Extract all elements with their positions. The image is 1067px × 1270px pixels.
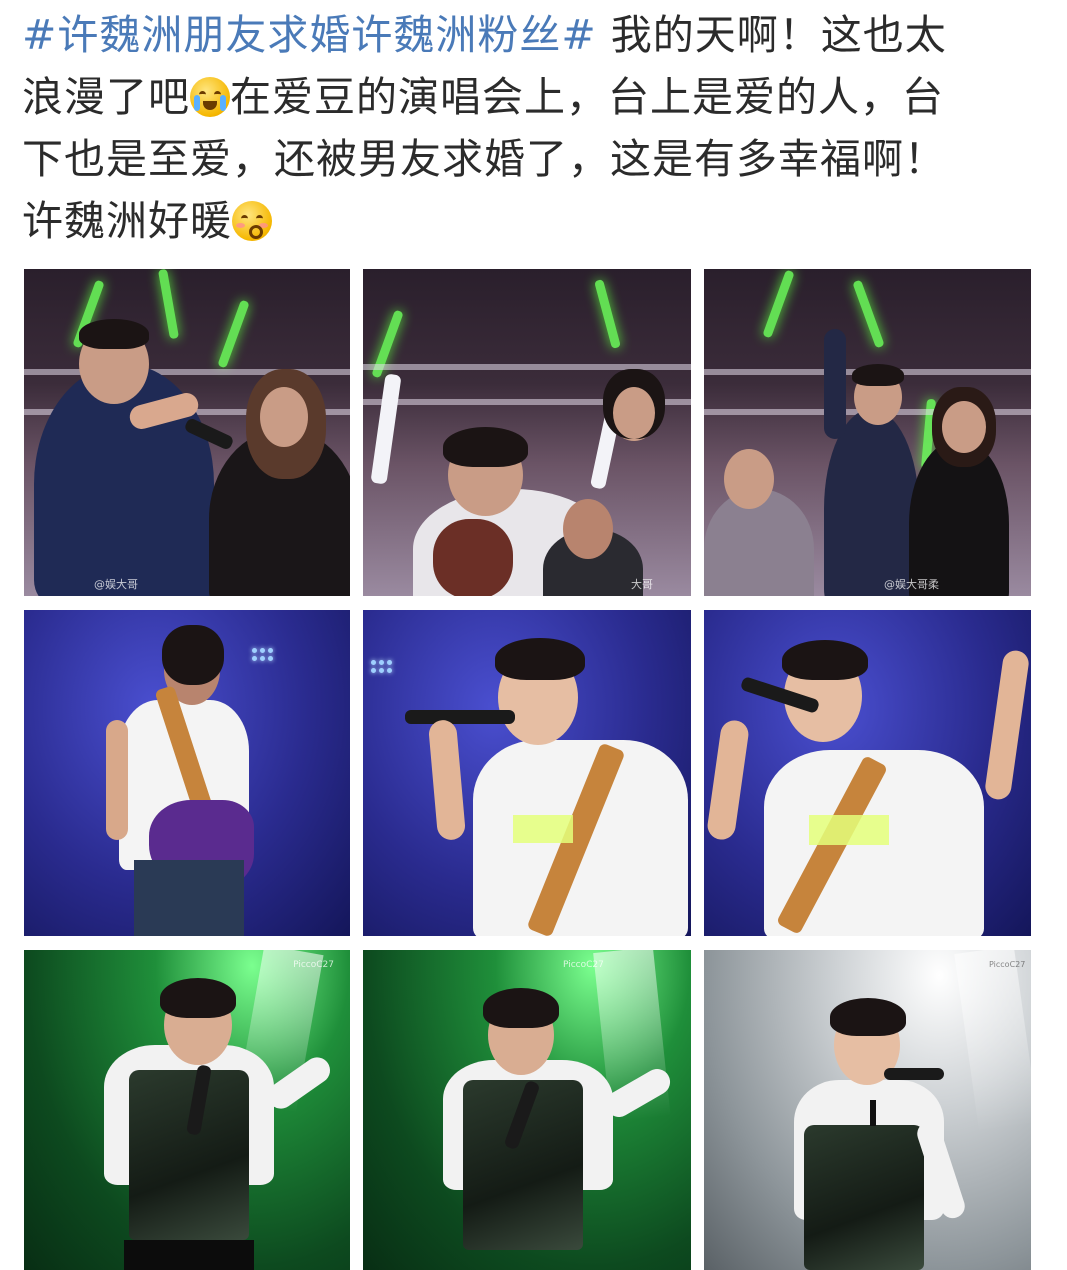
photo-6-singer-arm-raised[interactable] xyxy=(704,610,1031,936)
crying-face-emoji-icon xyxy=(190,77,230,117)
watermark: 大哥 xyxy=(631,578,653,591)
photo-8-singer-green[interactable]: PiccoC27 xyxy=(363,950,691,1270)
photo-7-singer-green[interactable]: PiccoC27 xyxy=(24,950,350,1270)
post-text-line1: 我的天啊！这也太 xyxy=(596,11,947,59)
post-text-line4: 许魏洲好暖 xyxy=(22,197,232,245)
post-text-line2a: 浪漫了吧 xyxy=(22,73,190,121)
photo-4-singer-back[interactable] xyxy=(24,610,350,936)
photo-2-crowd[interactable]: 大哥 xyxy=(363,269,691,596)
kissing-face-emoji-icon xyxy=(232,201,272,241)
watermark: @娱大哥 xyxy=(94,578,138,591)
hashtag-link[interactable]: #许魏洲朋友求婚许魏洲粉丝# xyxy=(22,11,597,59)
photo-1-proposal[interactable]: @娱大哥 xyxy=(24,269,350,596)
watermark: PiccoC27 xyxy=(989,960,1026,969)
watermark: PiccoC27 xyxy=(293,960,334,970)
post-text-line3: 下也是至爱，还被男友求婚了，这是有多幸福啊！ xyxy=(22,135,946,183)
post-text: #许魏洲朋友求婚许魏洲粉丝# 我的天啊！这也太 浪漫了吧 在爱豆的演唱会上，台上是… xyxy=(22,4,1042,252)
photo-5-singer-mic[interactable] xyxy=(363,610,691,936)
photo-9-singer-grey[interactable]: PiccoC27 xyxy=(704,950,1031,1270)
weibo-post: #许魏洲朋友求婚许魏洲粉丝# 我的天啊！这也太 浪漫了吧 在爱豆的演唱会上，台上是… xyxy=(0,0,1067,1270)
post-text-line2b: 在爱豆的演唱会上，台上是爱的人，台 xyxy=(230,73,944,121)
watermark: @娱大哥柔 xyxy=(884,578,939,591)
watermark: PiccoC27 xyxy=(563,960,604,970)
photo-3-crowd[interactable]: @娱大哥柔 xyxy=(704,269,1031,596)
